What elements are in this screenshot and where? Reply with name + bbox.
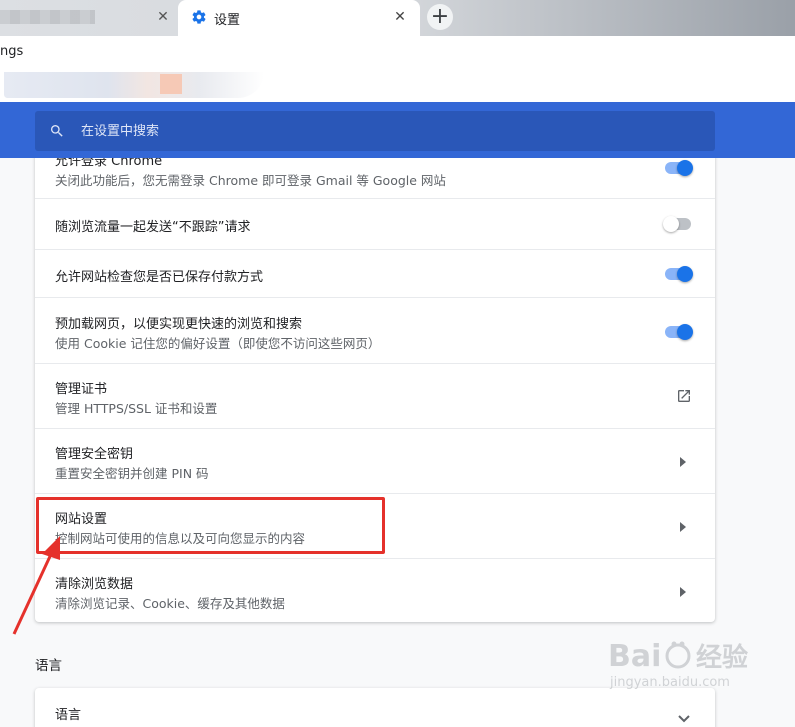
row-title: 随浏览流量一起发送“不跟踪”请求 bbox=[55, 220, 251, 235]
row-subtitle: 关闭此功能后，您无需登录 Chrome 即可登录 Gmail 等 Google … bbox=[55, 173, 446, 188]
settings-row-clear-browsing-data[interactable]: 清除浏览数据 清除浏览记录、Cookie、缓存及其他数据 bbox=[35, 558, 715, 622]
row-title: 允许网站检查您是否已保存付款方式 bbox=[55, 270, 264, 285]
settings-row-certificates[interactable]: 管理证书 管理 HTTPS/SSL 证书和设置 bbox=[35, 363, 715, 428]
row-title: 预加载网页，以便实现更快速的浏览和搜索 bbox=[55, 317, 303, 332]
tab-strip: ✕ 设置 ✕ + bbox=[0, 0, 795, 36]
payment-methods-toggle[interactable] bbox=[663, 264, 695, 284]
blurred-region bbox=[160, 74, 182, 94]
toggle-knob bbox=[677, 324, 693, 340]
toggle-knob bbox=[677, 266, 693, 282]
chevron-down-icon[interactable] bbox=[677, 714, 691, 724]
tab-settings[interactable]: 设置 ✕ bbox=[178, 0, 420, 36]
search-icon bbox=[51, 125, 63, 137]
toggle-knob bbox=[663, 216, 679, 232]
chevron-right-icon[interactable] bbox=[677, 585, 689, 599]
chevron-right-icon[interactable] bbox=[677, 520, 689, 534]
settings-search-box[interactable] bbox=[35, 111, 715, 151]
sign-in-toggle[interactable] bbox=[663, 158, 695, 178]
tab-title: 设置 bbox=[214, 13, 241, 28]
language-card[interactable]: 语言 bbox=[35, 688, 715, 727]
annotation-highlight-box bbox=[36, 497, 385, 554]
address-text: ngs bbox=[0, 44, 24, 59]
gear-icon bbox=[192, 10, 206, 24]
row-subtitle: 清除浏览记录、Cookie、缓存及其他数据 bbox=[55, 596, 285, 611]
address-bar[interactable]: ngs bbox=[0, 36, 795, 66]
settings-search-input[interactable] bbox=[81, 111, 681, 151]
toggle-knob bbox=[677, 160, 693, 176]
language-section-title: 语言 bbox=[35, 658, 62, 674]
watermark-brand-cn: 经验 bbox=[696, 642, 748, 673]
tab-close-icon[interactable]: ✕ bbox=[155, 8, 171, 26]
language-row-title: 语言 bbox=[55, 708, 82, 723]
row-title: 管理安全密钥 bbox=[55, 447, 134, 462]
row-subtitle: 使用 Cookie 记住您的偏好设置（即使您不访问这些网页） bbox=[55, 336, 381, 351]
settings-row-do-not-track[interactable]: 随浏览流量一起发送“不跟踪”请求 bbox=[35, 198, 715, 249]
blurred-tab-title bbox=[0, 10, 95, 24]
do-not-track-toggle[interactable] bbox=[663, 214, 695, 234]
tab-close-icon[interactable]: ✕ bbox=[392, 8, 408, 26]
settings-row-security-keys[interactable]: 管理安全密钥 重置安全密钥并创建 PIN 码 bbox=[35, 428, 715, 493]
watermark-brand: Bai bbox=[608, 639, 661, 674]
settings-row-payment-methods[interactable]: 允许网站检查您是否已保存付款方式 bbox=[35, 249, 715, 297]
external-link-icon[interactable] bbox=[676, 388, 692, 404]
baidu-jingyan-watermark-logo: Bai 经验 jingyan.baidu.com bbox=[608, 639, 748, 690]
tab-blurred[interactable]: ✕ bbox=[0, 0, 178, 36]
blurred-region bbox=[4, 72, 264, 98]
row-subtitle: 重置安全密钥并创建 PIN 码 bbox=[55, 466, 209, 481]
chevron-right-icon[interactable] bbox=[677, 455, 689, 469]
annotation-arrow-icon bbox=[12, 536, 60, 635]
settings-row-preload[interactable]: 预加载网页，以便实现更快速的浏览和搜索 使用 Cookie 记住您的偏好设置（即… bbox=[35, 297, 715, 363]
preload-toggle[interactable] bbox=[663, 322, 695, 342]
watermark-url: jingyan.baidu.com bbox=[609, 675, 730, 690]
new-tab-button[interactable]: + bbox=[427, 4, 453, 30]
bookmarks-bar bbox=[0, 66, 795, 102]
settings-header bbox=[0, 102, 795, 158]
row-title: 管理证书 bbox=[55, 382, 108, 397]
row-subtitle: 管理 HTTPS/SSL 证书和设置 bbox=[55, 401, 218, 416]
